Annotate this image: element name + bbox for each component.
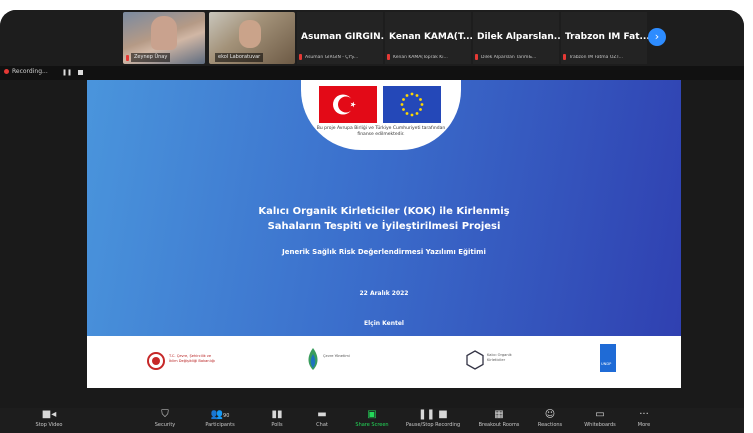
- pause-stop-icon: ❚❚ ■: [418, 409, 448, 420]
- bar-chart-icon: ▮▮: [271, 409, 283, 420]
- participant-full-name: Trabzon İM Fatma ÖZT...: [569, 55, 623, 60]
- participant-face: [239, 20, 261, 48]
- funding-caption: Bu proje Avrupa Birliği ve Türkiye Cumhu…: [316, 126, 446, 137]
- stop-video-button[interactable]: ■◂ Stop Video: [28, 408, 70, 433]
- participant-full-name: Kenan KAMA(Toprak Ki...: [393, 55, 448, 60]
- participant-name: Dilek Alparslan...: [477, 32, 561, 42]
- more-label: More: [637, 422, 651, 428]
- eu-flag-icon: [383, 86, 441, 123]
- slide-subtitle: Jenerik Sağlık Risk Değerlendirmesi Yazı…: [282, 248, 486, 256]
- pause-icon[interactable]: ❚❚: [62, 69, 72, 76]
- reactions-button[interactable]: ☺ Reactions: [530, 408, 570, 433]
- share-screen-icon: ▣: [367, 409, 377, 420]
- participant-face: [151, 16, 177, 50]
- pop-logo: Kalıcı Organik Kirleticiler: [465, 346, 515, 378]
- stop-video-label: Stop Video: [35, 422, 63, 428]
- zoom-meeting-window: Zeynep Ünay ekol Laboratuvar Asuman GİRG…: [0, 10, 744, 433]
- undp-logo-text: UNDP: [601, 362, 612, 366]
- share-screen-label: Share Screen: [355, 422, 389, 428]
- video-tile[interactable]: ekol Laboratuvar: [209, 12, 295, 64]
- recording-label: Recording...: [12, 68, 48, 75]
- participant-full-name: Dilek Alparslan Tarım&...: [481, 55, 537, 60]
- undp-logo: UNDP: [600, 344, 616, 372]
- slide-title-line2: Sahaların Tespiti ve İyileştirilmesi Pro…: [267, 221, 501, 232]
- ellipsis-icon: ···: [639, 409, 649, 420]
- participant-name: ekol Laboratuvar: [215, 53, 264, 62]
- chat-label: Chat: [316, 422, 328, 428]
- shared-slide: Bu proje Avrupa Birliği ve Türkiye Cumhu…: [87, 80, 681, 388]
- participants-icon: 👥90: [210, 409, 230, 420]
- muted-mic-icon: [475, 54, 478, 60]
- environment-logo-text: Çevre Yönetimi: [323, 354, 350, 358]
- more-button[interactable]: ··· More: [630, 408, 658, 433]
- stop-icon[interactable]: [78, 70, 83, 75]
- shield-icon: ⛉: [161, 409, 169, 420]
- breakout-rooms-button[interactable]: ▦ Breakout Rooms: [474, 408, 524, 433]
- participant-full-name: Asuman GİRGİN - ÇYŞ...: [305, 55, 359, 60]
- environment-logo: Çevre Yönetimi: [307, 346, 367, 378]
- muted-mic-icon: [563, 54, 566, 60]
- video-tile[interactable]: Zeynep Ünay: [123, 12, 205, 64]
- flag-panel: Bu proje Avrupa Birliği ve Türkiye Cumhu…: [301, 80, 461, 150]
- reactions-label: Reactions: [537, 422, 563, 428]
- ministry-logo: T.C. Çevre, Şehircilik ve İklim Değişikl…: [147, 346, 217, 378]
- recording-bar: Recording... ❚❚: [0, 66, 744, 80]
- recording-status: Recording...: [4, 68, 48, 75]
- slide-author: Elçin Kentel: [363, 320, 404, 327]
- breakout-rooms-label: Breakout Rooms: [478, 422, 520, 428]
- chat-button[interactable]: ▬ Chat: [308, 408, 336, 433]
- meeting-toolbar: ■◂ Stop Video ⛉ Security 👥90 Participant…: [0, 408, 744, 433]
- slide-title-line1: Kalıcı Organik Kirleticiler (KOK) ile Ki…: [258, 206, 510, 217]
- participant-name: Kenan KAMA(T...: [389, 32, 473, 42]
- ministry-logo-text: T.C. Çevre, Şehircilik ve İklim Değişikl…: [169, 354, 215, 363]
- participant-name-tile[interactable]: Trabzon İM Fat... Trabzon İM Fatma ÖZT..…: [561, 12, 649, 64]
- polls-label: Polls: [271, 422, 283, 428]
- grid-icon: ▦: [494, 409, 504, 420]
- smiley-icon: ☺: [544, 409, 556, 420]
- participants-label: Participants: [205, 422, 235, 428]
- participants-button[interactable]: 👥90 Participants: [196, 408, 244, 433]
- chevron-right-icon[interactable]: ›: [648, 28, 666, 46]
- participants-count: 90: [223, 413, 230, 419]
- logo-footer: T.C. Çevre, Şehircilik ve İklim Değişikl…: [87, 336, 681, 388]
- participant-name-tile[interactable]: Kenan KAMA(T... Kenan KAMA(Toprak Ki...: [385, 12, 473, 64]
- participant-name: Trabzon İM Fat...: [565, 32, 649, 42]
- polls-button[interactable]: ▮▮ Polls: [263, 408, 291, 433]
- participant-name: Zeynep Ünay: [131, 53, 171, 62]
- participant-name-tile[interactable]: Dilek Alparslan... Dilek Alparslan Tarım…: [473, 12, 561, 64]
- pause-stop-recording-button[interactable]: ❚❚ ■ Pause/Stop Recording: [400, 408, 466, 433]
- recording-dot-icon: [4, 69, 9, 74]
- muted-mic-icon: [126, 55, 129, 61]
- security-label: Security: [154, 422, 176, 428]
- turkey-flag-icon: [319, 86, 377, 123]
- muted-mic-icon: [299, 54, 302, 60]
- participant-name: Asuman GİRGİN...: [301, 32, 385, 42]
- participant-strip: Zeynep Ünay ekol Laboratuvar Asuman GİRG…: [0, 10, 744, 66]
- whiteboards-button[interactable]: ▭ Whiteboards: [578, 408, 622, 433]
- chat-bubble-icon: ▬: [317, 409, 327, 420]
- participant-name-tile[interactable]: Asuman GİRGİN... Asuman GİRGİN - ÇYŞ...: [297, 12, 385, 64]
- whiteboards-label: Whiteboards: [584, 422, 616, 428]
- pause-stop-recording-label: Pause/Stop Recording: [405, 422, 461, 428]
- slide-date: 22 Aralık 2022: [359, 290, 409, 297]
- video-camera-icon: ■◂: [41, 409, 57, 420]
- whiteboard-icon: ▭: [595, 409, 605, 420]
- muted-mic-icon: [387, 54, 390, 60]
- share-screen-button[interactable]: ▣ Share Screen: [350, 408, 394, 433]
- pop-logo-text: Kalıcı Organik Kirleticiler: [487, 353, 512, 362]
- security-button[interactable]: ⛉ Security: [146, 408, 184, 433]
